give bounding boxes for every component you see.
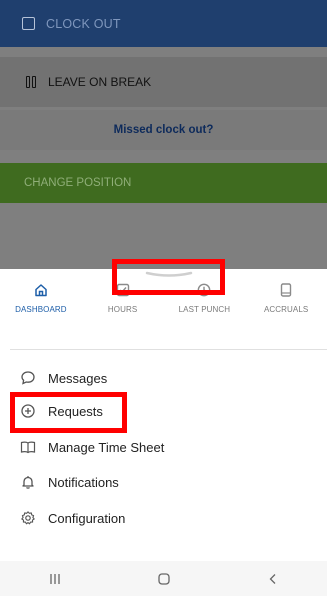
- menu-item-manage-time-sheet[interactable]: Manage Time Sheet: [20, 436, 164, 458]
- menu-item-notifications[interactable]: Notifications: [20, 471, 119, 493]
- clock-out-label: CLOCK OUT: [46, 16, 121, 31]
- menu-item-configuration-label: Configuration: [48, 510, 126, 526]
- recent-apps-icon[interactable]: [48, 573, 62, 585]
- menu-item-notifications-label: Notifications: [48, 474, 119, 490]
- checkbox-icon: [22, 17, 35, 30]
- leave-on-break-button[interactable]: LEAVE ON BREAK: [0, 57, 327, 107]
- tab-accruals-label: ACCRUALS: [263, 305, 309, 314]
- back-icon[interactable]: [266, 572, 280, 586]
- pause-icon: [26, 76, 36, 88]
- menu-item-configuration[interactable]: Configuration: [20, 507, 125, 529]
- system-navigation-bar: [0, 561, 327, 596]
- tab-last-punch-label: LAST PUNCH: [178, 305, 231, 314]
- bell-icon: [22, 476, 34, 489]
- divider: [10, 349, 327, 350]
- drag-handle-highlight: [112, 259, 225, 295]
- requests-highlight: [10, 392, 127, 433]
- tablet-icon: [280, 283, 292, 297]
- tab-dashboard-label: DASHBOARD: [15, 305, 67, 314]
- tab-accruals[interactable]: ACCRUALS: [245, 283, 327, 333]
- book-icon: [20, 441, 36, 454]
- missed-clock-out-link[interactable]: Missed clock out?: [0, 110, 327, 150]
- message-bubble-icon: [21, 371, 35, 385]
- tab-dashboard[interactable]: DASHBOARD: [0, 283, 82, 333]
- home-button-icon[interactable]: [157, 572, 171, 586]
- clock-out-button[interactable]: CLOCK OUT: [0, 0, 327, 47]
- menu-item-messages[interactable]: Messages: [20, 367, 107, 389]
- menu-item-manage-time-sheet-label: Manage Time Sheet: [48, 439, 165, 455]
- home-icon: [35, 284, 47, 297]
- tab-hours-label: HOURS: [107, 305, 138, 314]
- change-position-button[interactable]: CHANGE POSITION: [0, 163, 327, 203]
- menu-item-messages-label: Messages: [48, 370, 108, 386]
- leave-on-break-label: LEAVE ON BREAK: [48, 75, 152, 89]
- gear-icon: [21, 511, 35, 525]
